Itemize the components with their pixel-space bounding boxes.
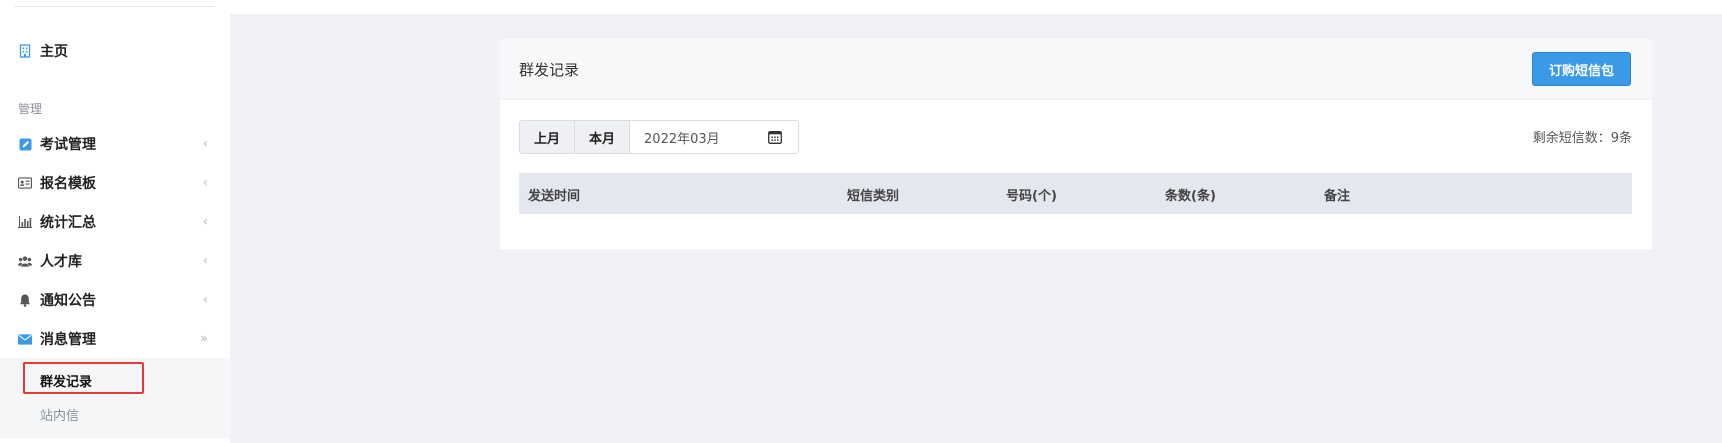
page-title: 群发记录 <box>519 61 580 79</box>
id-card-icon <box>18 176 32 190</box>
sidebar-item-talent[interactable]: 人才库 ‹ <box>0 243 230 279</box>
buy-sms-package-button[interactable]: 订购短信包 <box>1532 52 1631 86</box>
sidebar-item-label: 通知公告 <box>40 293 96 309</box>
column-header-remark: 备注 <box>1324 189 1351 204</box>
envelope-icon <box>18 332 32 346</box>
chevron-double-down-icon: » <box>200 331 208 347</box>
month-picker-value: 2022年03月 <box>644 131 720 147</box>
submenu-item-inbox[interactable]: 站内信 <box>40 405 79 424</box>
sidebar-item-exam[interactable]: 考试管理 ‹ <box>0 126 230 162</box>
sidebar-item-stats[interactable]: 统计汇总 ‹ <box>0 204 230 240</box>
edit-icon <box>18 137 32 151</box>
users-icon <box>18 254 32 268</box>
sidebar-item-message[interactable]: 消息管理 » <box>0 321 230 357</box>
sidebar-item-label: 统计汇总 <box>40 215 96 231</box>
sidebar-item-label: 考试管理 <box>40 137 96 153</box>
sidebar-item-label: 主页 <box>40 44 68 60</box>
table-header: 发送时间 短信类别 号码(个) 条数(条) 备注 <box>519 173 1632 214</box>
sidebar-item-label: 人才库 <box>40 254 82 270</box>
month-picker-input[interactable]: 2022年03月 <box>630 121 799 153</box>
chevron-left-icon: ‹ <box>202 214 208 230</box>
section-label: 管理 <box>18 102 43 116</box>
column-header-count: 条数(条) <box>1165 189 1216 204</box>
sidebar-item-label: 消息管理 <box>40 332 96 348</box>
date-filter: 上月 本月 2022年03月 <box>519 120 800 154</box>
column-header-sms-type: 短信类别 <box>847 189 900 204</box>
bell-icon <box>18 293 32 307</box>
bar-chart-icon <box>18 215 32 229</box>
sidebar-item-label: 报名模板 <box>40 176 96 192</box>
chevron-left-icon: ‹ <box>202 136 208 152</box>
this-month-button[interactable]: 本月 <box>575 121 631 153</box>
chevron-left-icon: ‹ <box>202 253 208 269</box>
top-bar <box>230 0 1722 14</box>
sidebar: 主页 管理 考试管理 ‹ 报名模板 ‹ 统计汇总 ‹ 人才库 ‹ 通知公告 ‹ … <box>0 0 230 443</box>
calendar-icon[interactable] <box>768 130 782 148</box>
last-month-button[interactable]: 上月 <box>520 121 576 153</box>
divider <box>14 6 214 7</box>
column-header-numbers: 号码(个) <box>1006 189 1057 204</box>
building-icon <box>18 44 32 58</box>
record-card: 群发记录 订购短信包 上月 本月 2022年03月 剩余短信数：9条 发送时间 … <box>500 39 1652 249</box>
highlight-box <box>23 362 144 394</box>
chevron-left-icon: ‹ <box>202 292 208 308</box>
sidebar-item-home[interactable]: 主页 <box>0 33 230 69</box>
remaining-sms-count: 剩余短信数：9条 <box>1532 131 1632 146</box>
chevron-left-icon: ‹ <box>202 175 208 191</box>
card-header: 群发记录 订购短信包 <box>500 39 1652 100</box>
sidebar-item-notice[interactable]: 通知公告 ‹ <box>0 282 230 318</box>
column-header-send-time: 发送时间 <box>528 189 581 204</box>
sidebar-item-template[interactable]: 报名模板 ‹ <box>0 165 230 201</box>
